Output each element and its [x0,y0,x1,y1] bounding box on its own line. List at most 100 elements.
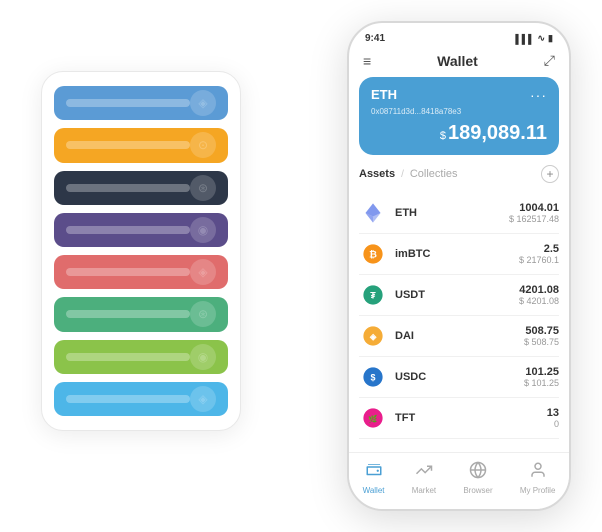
tft-asset-usd: 0 [547,419,559,429]
wallet-row-sky[interactable]: ◈ [54,382,228,416]
tab-collecties[interactable]: Collecties [410,168,458,180]
main-scene: ◈ ⊙ ⊛ ◉ ◈ ⊛ ◉ ◈ [11,11,591,521]
nav-wallet[interactable]: Wallet [363,461,385,495]
eth-card-currency: $ [440,130,446,142]
asset-item-imbtc[interactable]: ₿ imBTC 2.5 $ 21760.1 [359,234,559,275]
wallet-nav-label: Wallet [363,486,385,495]
profile-nav-icon [529,461,547,484]
menu-icon[interactable]: ≡ [363,53,371,69]
nav-market[interactable]: Market [412,461,436,495]
svg-text:₮: ₮ [370,290,376,300]
wallet-row-purple[interactable]: ◉ [54,213,228,247]
status-bar: 9:41 ▌▌▌ ∿ ▮ [349,23,569,48]
row-icon: ◉ [190,217,216,243]
row-label [66,268,190,276]
asset-item-usdc[interactable]: $ USDC 101.25 $ 101.25 [359,357,559,398]
tft-asset-amount: 13 [547,407,559,419]
market-nav-icon [415,461,433,484]
row-label [66,353,190,361]
asset-item-eth[interactable]: ETH 1004.01 $ 162517.48 [359,193,559,234]
wallet-row-green[interactable]: ⊛ [54,297,228,331]
eth-card[interactable]: ETH ··· 0x08711d3d...8418a78e3 $189,089.… [359,77,559,155]
asset-item-tft[interactable]: 🌿 TFT 13 0 [359,398,559,439]
nav-browser[interactable]: Browser [463,461,492,495]
asset-item-dai[interactable]: ◈ DAI 508.75 $ 508.75 [359,316,559,357]
asset-item-usdt[interactable]: ₮ USDT 4201.08 $ 4201.08 [359,275,559,316]
asset-list: ETH 1004.01 $ 162517.48 ₿ imBTC 2.5 $ 21… [359,193,559,452]
page-title: Wallet [437,53,478,69]
imbtc-asset-usd: $ 21760.1 [519,255,559,265]
phone-header: ≡ Wallet ⤢ [349,48,569,77]
wallet-nav-icon [365,461,383,484]
usdc-asset-name: USDC [395,371,524,383]
row-icon: ⊙ [190,132,216,158]
row-label [66,99,190,107]
phone-body: ETH ··· 0x08711d3d...8418a78e3 $189,089.… [349,77,569,452]
status-icons: ▌▌▌ ∿ ▮ [515,33,553,44]
eth-asset-values: 1004.01 $ 162517.48 [509,202,559,224]
tab-separator: / [401,169,404,180]
eth-card-value: 189,089.11 [448,122,547,144]
eth-asset-name: ETH [395,207,509,219]
eth-card-top: ETH ··· [371,87,547,103]
wallet-row-orange[interactable]: ⊙ [54,128,228,162]
row-label [66,226,190,234]
eth-card-symbol: ETH [371,87,397,102]
imbtc-asset-icon: ₿ [359,240,387,268]
tab-assets[interactable]: Assets [359,168,395,180]
nav-profile[interactable]: My Profile [520,461,556,495]
market-nav-label: Market [412,486,436,495]
usdt-asset-amount: 4201.08 [519,284,559,296]
dai-asset-icon: ◈ [359,322,387,350]
row-label [66,310,190,318]
tft-asset-values: 13 0 [547,407,559,429]
dai-asset-usd: $ 508.75 [524,337,559,347]
svg-text:◈: ◈ [369,332,377,341]
row-icon: ⊛ [190,175,216,201]
browser-nav-label: Browser [463,486,492,495]
signal-icon: ▌▌▌ [515,34,534,44]
wifi-icon: ∿ [538,33,546,44]
add-asset-button[interactable]: + [541,165,559,183]
eth-card-amount: $189,089.11 [371,122,547,145]
usdt-asset-usd: $ 4201.08 [519,296,559,306]
browser-nav-icon [469,461,487,484]
battery-icon: ▮ [548,33,553,44]
dai-asset-name: DAI [395,330,524,342]
row-icon: ⊛ [190,301,216,327]
expand-icon[interactable]: ⤢ [544,52,555,69]
phone-mockup: 9:41 ▌▌▌ ∿ ▮ ≡ Wallet ⤢ ETH ··· 0x08711d… [347,21,571,511]
eth-asset-icon [359,199,387,227]
svg-text:$: $ [371,372,376,382]
usdc-asset-values: 101.25 $ 101.25 [524,366,559,388]
imbtc-asset-values: 2.5 $ 21760.1 [519,243,559,265]
row-label [66,395,190,403]
row-label [66,184,190,192]
usdc-asset-usd: $ 101.25 [524,378,559,388]
wallet-row-blue[interactable]: ◈ [54,86,228,120]
profile-nav-label: My Profile [520,486,556,495]
svg-text:₿: ₿ [369,249,377,260]
dai-asset-amount: 508.75 [524,325,559,337]
usdt-asset-name: USDT [395,289,519,301]
status-time: 9:41 [365,33,385,44]
imbtc-asset-amount: 2.5 [519,243,559,255]
row-icon: ◈ [190,386,216,412]
eth-card-menu[interactable]: ··· [530,87,547,103]
row-icon: ◈ [190,90,216,116]
eth-card-address: 0x08711d3d...8418a78e3 [371,107,547,116]
wallet-list-card: ◈ ⊙ ⊛ ◉ ◈ ⊛ ◉ ◈ [41,71,241,431]
assets-header: Assets / Collecties + [359,163,559,185]
row-icon: ◉ [190,344,216,370]
wallet-row-dark[interactable]: ⊛ [54,171,228,205]
usdt-asset-values: 4201.08 $ 4201.08 [519,284,559,306]
usdt-asset-icon: ₮ [359,281,387,309]
tft-asset-name: TFT [395,412,547,424]
wallet-row-light-green[interactable]: ◉ [54,340,228,374]
bottom-nav: Wallet Market Browser My Profile [349,452,569,509]
wallet-row-red[interactable]: ◈ [54,255,228,289]
eth-asset-usd: $ 162517.48 [509,214,559,224]
eth-asset-amount: 1004.01 [509,202,559,214]
usdc-asset-amount: 101.25 [524,366,559,378]
usdc-asset-icon: $ [359,363,387,391]
